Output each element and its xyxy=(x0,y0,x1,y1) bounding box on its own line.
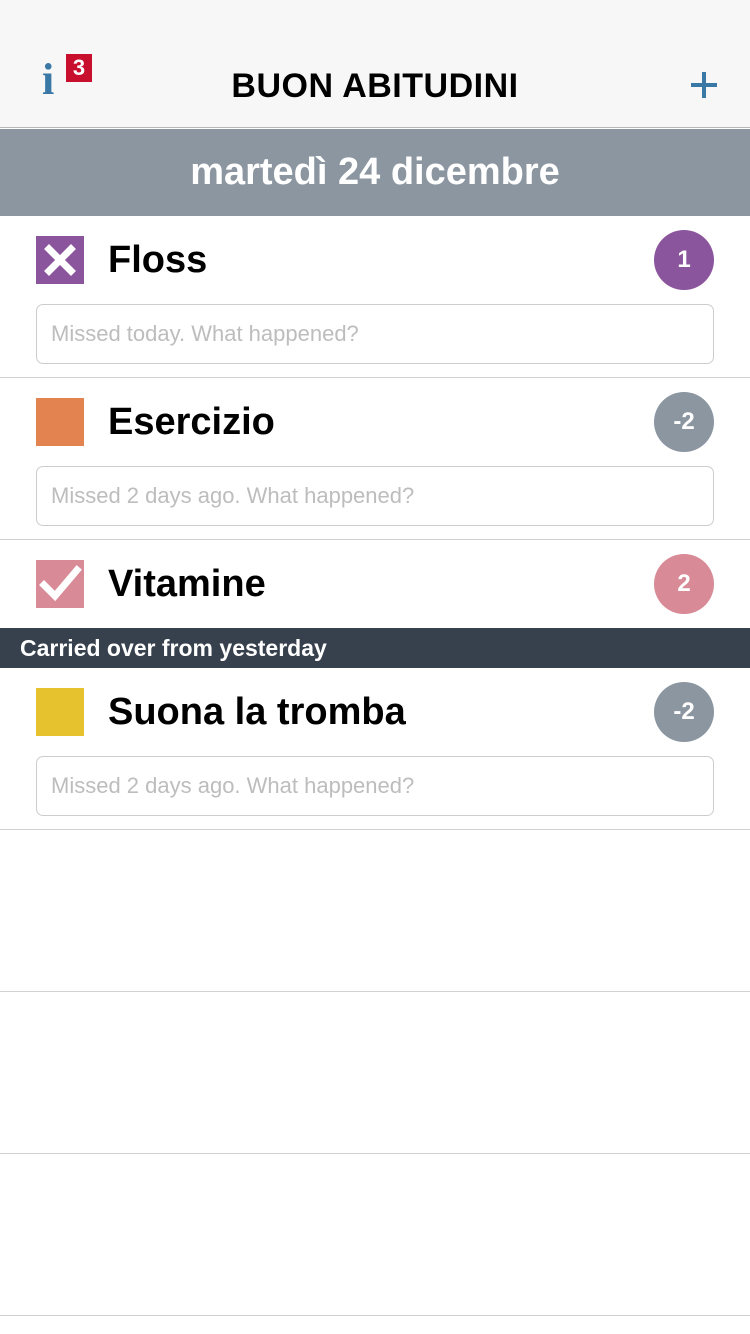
habit-name: Floss xyxy=(108,239,208,281)
habit-name: Esercizio xyxy=(108,401,275,443)
streak-counter: 1 xyxy=(654,230,714,290)
missed-note-input[interactable] xyxy=(36,304,714,364)
x-mark-icon xyxy=(36,236,84,284)
add-habit-button[interactable] xyxy=(680,60,730,110)
empty-square-icon xyxy=(36,398,84,446)
checkmark-icon xyxy=(36,560,84,608)
habit-checkbox[interactable] xyxy=(36,560,84,608)
empty-row-divider xyxy=(0,991,750,992)
habit-row: Esercizio -2 xyxy=(0,378,750,540)
habit-row: Vitamine 2 xyxy=(0,540,750,628)
page-title: BUON ABITUDINI xyxy=(231,67,519,105)
habit-name: Suona la tromba xyxy=(108,691,406,733)
missed-note-input[interactable] xyxy=(36,756,714,816)
streak-counter: 2 xyxy=(654,554,714,614)
streak-counter: -2 xyxy=(654,392,714,452)
empty-square-icon xyxy=(36,688,84,736)
habit-name: Vitamine xyxy=(108,563,266,605)
habit-checkbox[interactable] xyxy=(36,398,84,446)
streak-counter: -2 xyxy=(654,682,714,742)
empty-row-divider xyxy=(0,1315,750,1316)
habit-checkbox[interactable] xyxy=(36,236,84,284)
habit-checkbox[interactable] xyxy=(36,688,84,736)
date-header: martedì 24 dicembre xyxy=(0,129,750,216)
section-header-carried-over: Carried over from yesterday xyxy=(0,628,750,668)
habit-row: Floss 1 xyxy=(0,216,750,378)
empty-row-divider xyxy=(0,1153,750,1154)
navigation-bar: i 3 BUON ABITUDINI xyxy=(0,0,750,128)
habit-row: Suona la tromba -2 xyxy=(0,668,750,830)
missed-note-input[interactable] xyxy=(36,466,714,526)
